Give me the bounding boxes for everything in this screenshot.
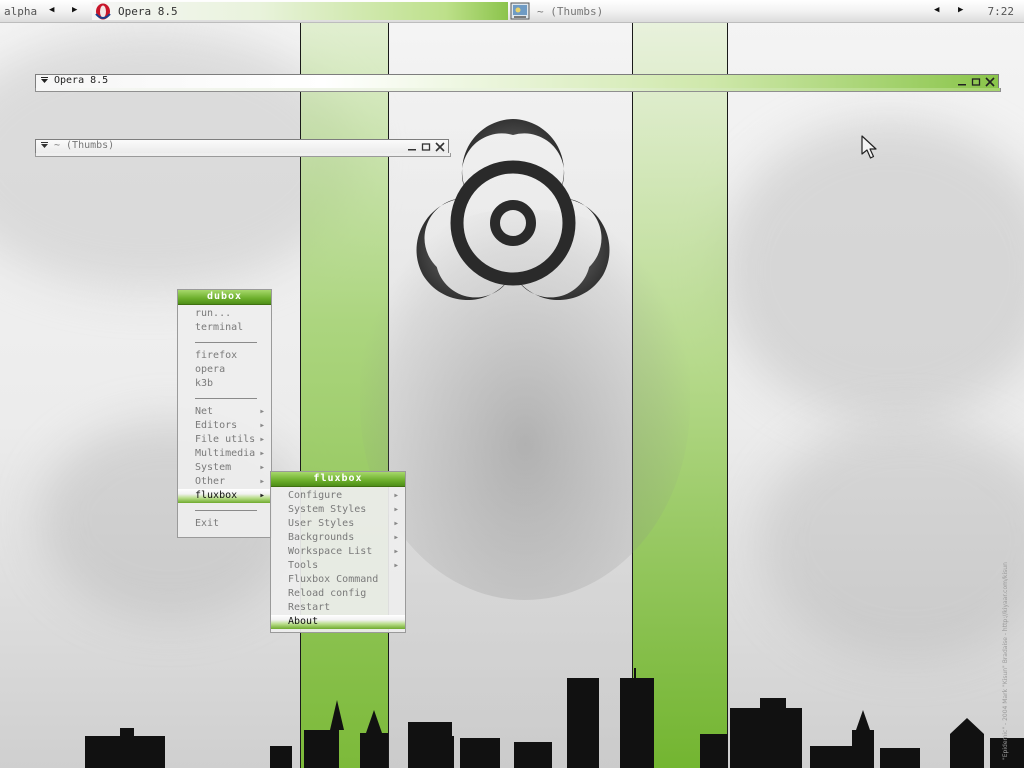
menu-item-restart[interactable]: Restart	[271, 601, 405, 615]
menu-item-system-styles[interactable]: System Styles ▶	[271, 503, 405, 517]
menu-item-workspace-list[interactable]: Workspace List ▶	[271, 545, 405, 559]
menu-item-fluxbox[interactable]: fluxbox ▶	[178, 489, 271, 503]
menu-item-fluxbox-command[interactable]: Fluxbox Command	[271, 573, 405, 587]
menu-item-editors[interactable]: Editors ▶	[178, 419, 271, 433]
submenu-arrow-icon: ▶	[394, 520, 398, 527]
root-menu-title: dubox	[178, 290, 271, 305]
submenu-arrow-icon: ▶	[260, 492, 264, 499]
workspace-prev-arrow-icon[interactable]: ◀	[49, 5, 54, 15]
menu-item-about[interactable]: About	[271, 615, 405, 629]
window-handle-thumbs[interactable]	[35, 153, 451, 157]
menu-item-run[interactable]: run...	[178, 307, 271, 321]
clock: 7:22	[987, 5, 1015, 18]
submenu-arrow-icon: ▶	[260, 464, 264, 471]
maximize-icon[interactable]	[421, 142, 431, 152]
city-skyline	[85, 668, 1024, 768]
menu-item-exit[interactable]: Exit	[178, 517, 271, 531]
window-next-arrow-icon[interactable]: ▶	[958, 5, 963, 15]
menu-separator	[178, 335, 271, 349]
fluxbox-submenu: fluxbox Configure ▶ System Styles ▶ User S…	[270, 471, 406, 633]
toolbar: alpha ◀ ▶ Opera 8.5 ~ (Thumbs) ◀ ▶ 7:22	[0, 0, 1024, 23]
close-icon[interactable]	[985, 76, 995, 87]
menu-separator	[178, 391, 271, 405]
submenu-arrow-icon: ▶	[394, 506, 398, 513]
menu-item-k3b[interactable]: k3b	[178, 377, 271, 391]
workspace-name[interactable]: alpha	[4, 5, 37, 18]
menu-item-terminal[interactable]: terminal	[178, 321, 271, 335]
menu-item-backgrounds[interactable]: Backgrounds ▶	[271, 531, 405, 545]
taskbar-label-opera: Opera 8.5	[118, 5, 178, 18]
minimize-icon[interactable]	[957, 77, 967, 87]
window-title-thumbs: ~ (Thumbs)	[54, 140, 115, 151]
mouse-cursor-icon	[861, 135, 877, 159]
menu-separator	[178, 503, 271, 517]
fluxbox-menu-title: fluxbox	[271, 472, 405, 487]
menu-item-reload-config[interactable]: Reload config	[271, 587, 405, 601]
maximize-icon[interactable]	[971, 77, 981, 87]
menu-item-system[interactable]: System ▶	[178, 461, 271, 475]
submenu-arrow-icon: ▶	[260, 450, 264, 457]
window-title-opera: Opera 8.5	[54, 75, 109, 86]
window-menu-icon[interactable]	[40, 76, 49, 85]
submenu-arrow-icon: ▶	[394, 534, 398, 541]
desktop-wallpaper: "Epidemic" - 2004 Mark "Kisun" Bradaise …	[0, 0, 1024, 768]
submenu-arrow-icon: ▶	[260, 436, 264, 443]
menu-item-configure[interactable]: Configure ▶	[271, 489, 405, 503]
taskbar-label-thumbs: ~ (Thumbs)	[537, 5, 604, 18]
close-icon[interactable]	[435, 141, 445, 152]
taskbar-item-thumbs[interactable]: ~ (Thumbs)	[510, 2, 930, 20]
menu-item-opera[interactable]: opera	[178, 363, 271, 377]
menu-item-user-styles[interactable]: User Styles ▶	[271, 517, 405, 531]
submenu-arrow-icon: ▶	[260, 422, 264, 429]
image-viewer-icon	[510, 2, 530, 20]
menu-item-other[interactable]: Other ▶	[178, 475, 271, 489]
opera-icon	[95, 3, 111, 20]
menu-item-firefox[interactable]: firefox	[178, 349, 271, 363]
window-menu-icon[interactable]	[40, 141, 49, 150]
submenu-arrow-icon: ▶	[394, 548, 398, 555]
window-prev-arrow-icon[interactable]: ◀	[934, 5, 939, 15]
submenu-arrow-icon: ▶	[394, 492, 398, 499]
root-menu: dubox run... terminal firefox opera k3b …	[177, 289, 272, 538]
wallpaper-credit: "Epidemic" - 2004 Mark "Kisun" Bradaise …	[1002, 562, 1009, 760]
window-titlebar-opera[interactable]: Opera 8.5	[35, 74, 999, 89]
submenu-arrow-icon: ▶	[394, 562, 398, 569]
submenu-arrow-icon: ▶	[260, 478, 264, 485]
menu-item-tools[interactable]: Tools ▶	[271, 559, 405, 573]
window-handle-opera[interactable]	[35, 88, 1001, 92]
menu-item-multimedia[interactable]: Multimedia ▶	[178, 447, 271, 461]
minimize-icon[interactable]	[407, 142, 417, 152]
taskbar-item-opera[interactable]: Opera 8.5	[92, 2, 508, 20]
menu-item-net[interactable]: Net ▶	[178, 405, 271, 419]
workspace-next-arrow-icon[interactable]: ▶	[72, 5, 77, 15]
menu-item-file-utils[interactable]: File utils ▶	[178, 433, 271, 447]
submenu-arrow-icon: ▶	[260, 408, 264, 415]
window-titlebar-thumbs[interactable]: ~ (Thumbs)	[35, 139, 449, 154]
